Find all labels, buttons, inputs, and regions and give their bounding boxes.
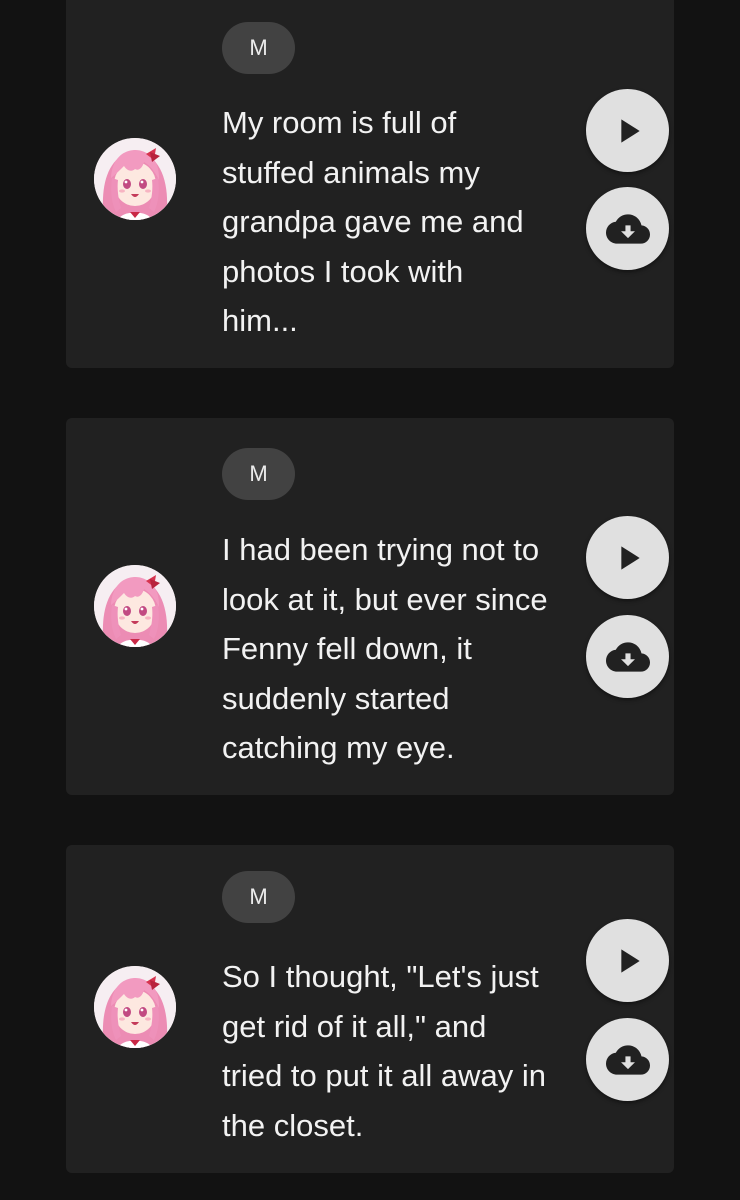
message-line: catching my eye.: [222, 730, 455, 765]
message-card: M I had been trying not to look at it, b…: [66, 418, 674, 795]
message-line: look at it, but ever since: [222, 581, 548, 617]
play-icon: [608, 538, 648, 578]
message-feed: M My room is full of stuffed animals my …: [0, 0, 740, 1200]
message-card: M So I thought, "Let's just get rid of i…: [66, 845, 674, 1173]
play-icon: [608, 111, 648, 151]
message-line: suddenly started: [222, 680, 450, 716]
play-button[interactable]: [586, 516, 669, 599]
message-line: him...: [222, 303, 298, 338]
speaker-initial-badge: M: [222, 871, 295, 923]
play-button[interactable]: [586, 89, 669, 172]
download-button[interactable]: [586, 1018, 669, 1101]
message-text: So I thought, "Let's just get rid of it …: [222, 952, 582, 1150]
message-line: So I thought, "Let's just: [222, 959, 539, 994]
message-line: the closet.: [222, 1107, 364, 1143]
message-text: I had been trying not to look at it, but…: [222, 525, 582, 773]
cloud-download-icon: [606, 1038, 650, 1082]
anime-girl-avatar-icon: [94, 966, 176, 1048]
message-line: stuffed animals my: [222, 154, 480, 190]
cloud-download-icon: [606, 635, 650, 679]
message-line: I had been trying not to: [222, 532, 540, 567]
message-line: tried to put it all away in: [222, 1058, 546, 1093]
message-line: get rid of it all," and: [222, 1008, 487, 1044]
anime-girl-avatar-icon: [94, 138, 176, 220]
download-button[interactable]: [586, 615, 669, 698]
message-line: photos I took with: [222, 253, 464, 289]
character-avatar: [94, 565, 176, 647]
character-avatar: [94, 138, 176, 220]
message-line: grandpa gave me and: [222, 204, 524, 239]
message-line: Fenny fell down, it: [222, 631, 472, 666]
anime-girl-avatar-icon: [94, 565, 176, 647]
message-card: M My room is full of stuffed animals my …: [66, 0, 674, 368]
message-text: My room is full of stuffed animals my gr…: [222, 98, 582, 346]
play-icon: [608, 941, 648, 981]
character-avatar: [94, 966, 176, 1048]
speaker-initial-badge: M: [222, 22, 295, 74]
cloud-download-icon: [606, 207, 650, 251]
message-line: My room is full of: [222, 105, 457, 140]
speaker-initial-badge: M: [222, 448, 295, 500]
play-button[interactable]: [586, 919, 669, 1002]
download-button[interactable]: [586, 187, 669, 270]
